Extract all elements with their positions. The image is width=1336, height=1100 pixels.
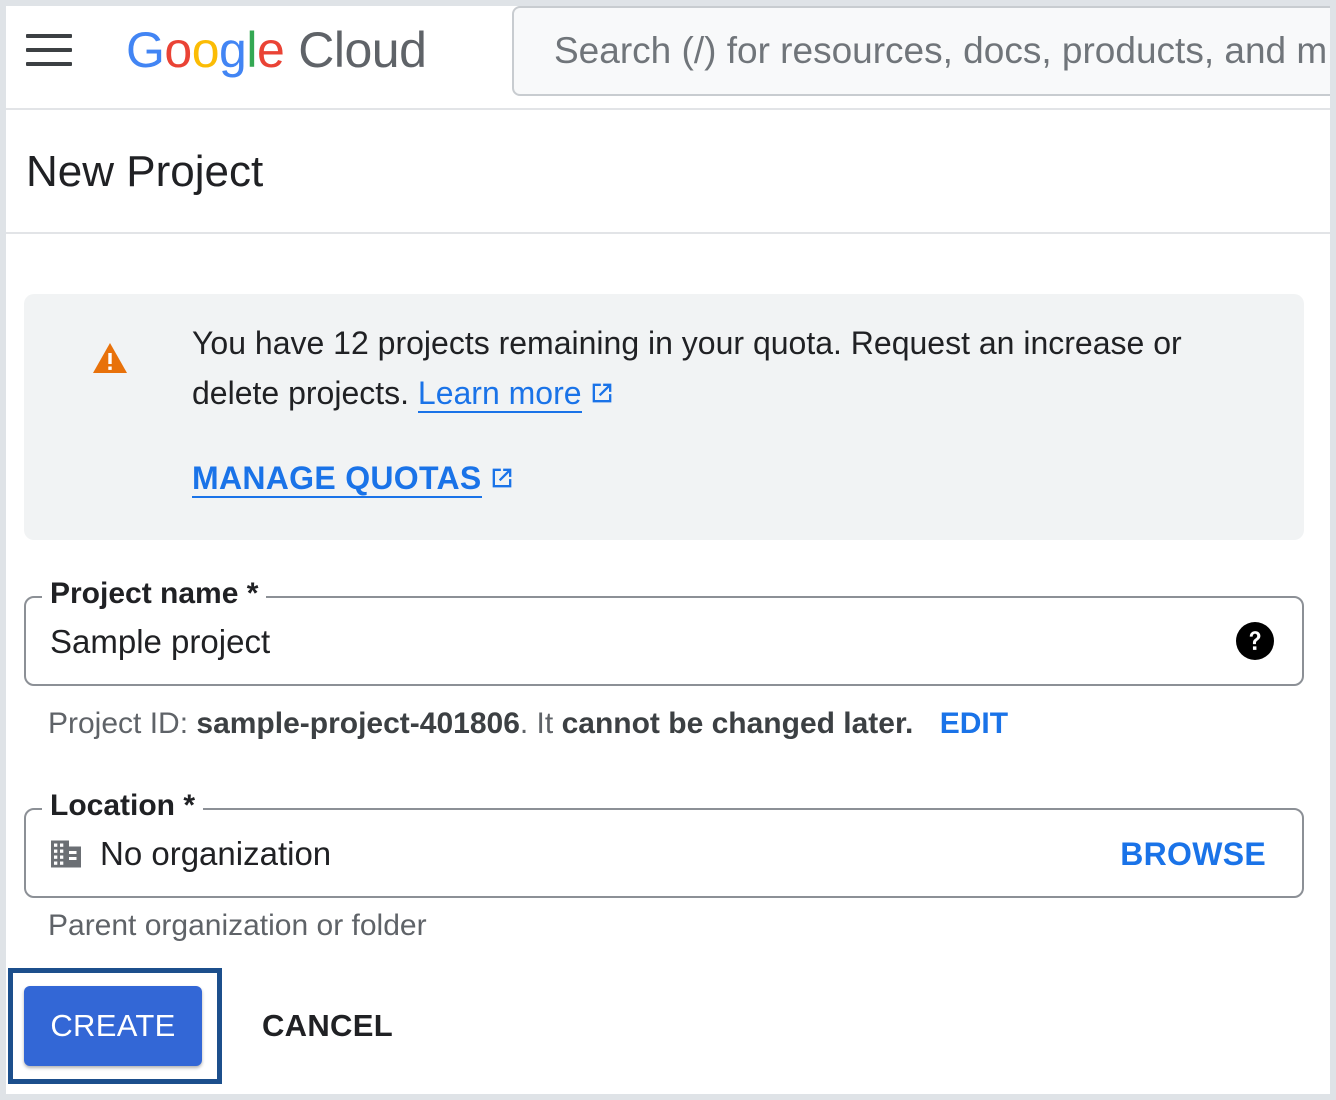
- cancel-button[interactable]: CANCEL: [262, 1004, 393, 1048]
- edit-project-id-button[interactable]: EDIT: [940, 707, 1008, 740]
- warning-icon: [93, 343, 127, 373]
- create-button[interactable]: CREATE: [24, 986, 202, 1066]
- page-title: New Project: [26, 147, 264, 196]
- project-name-field[interactable]: Project name * Sample project: [24, 574, 1304, 686]
- quota-message: You have 12 projects remaining in your q…: [192, 318, 1272, 418]
- location-label: Location *: [42, 786, 204, 826]
- quota-message-text: You have 12 projects remaining in your q…: [192, 325, 1182, 411]
- manage-quotas-link[interactable]: MANAGE QUOTAS: [192, 460, 516, 498]
- search-placeholder: Search (/) for resources, docs, products…: [554, 30, 1328, 71]
- project-id-hint: Project ID: sample-project-401806. It ca…: [48, 707, 1009, 740]
- new-project-page: Google Cloud Search (/) for resources, do…: [6, 6, 1330, 1094]
- quota-banner: You have 12 projects remaining in your q…: [24, 294, 1304, 540]
- hamburger-menu-icon[interactable]: [26, 34, 72, 66]
- location-value: No organization: [100, 835, 332, 872]
- external-link-icon: [492, 468, 511, 488]
- project-id-value: sample-project-401806: [196, 707, 520, 740]
- browse-button[interactable]: BROWSE: [1120, 834, 1266, 874]
- external-link-icon[interactable]: [588, 379, 616, 407]
- learn-more-link[interactable]: Learn more: [417, 375, 582, 413]
- search-input[interactable]: Search (/) for resources, docs, products…: [512, 6, 1330, 96]
- project-name-value[interactable]: Sample project: [50, 622, 270, 662]
- project-name-label: Project name *: [42, 574, 267, 614]
- help-icon[interactable]: [1236, 622, 1274, 660]
- location-hint: Parent organization or folder: [48, 909, 427, 942]
- top-bar: Google Cloud Search (/) for resources, do…: [6, 6, 1330, 110]
- logo-product-name: Cloud: [298, 22, 427, 78]
- organization-icon: [51, 840, 81, 868]
- google-cloud-logo[interactable]: Google Cloud: [126, 20, 427, 80]
- header-divider: [6, 232, 1330, 234]
- location-field[interactable]: Location * No organization BROWSE: [24, 786, 1304, 898]
